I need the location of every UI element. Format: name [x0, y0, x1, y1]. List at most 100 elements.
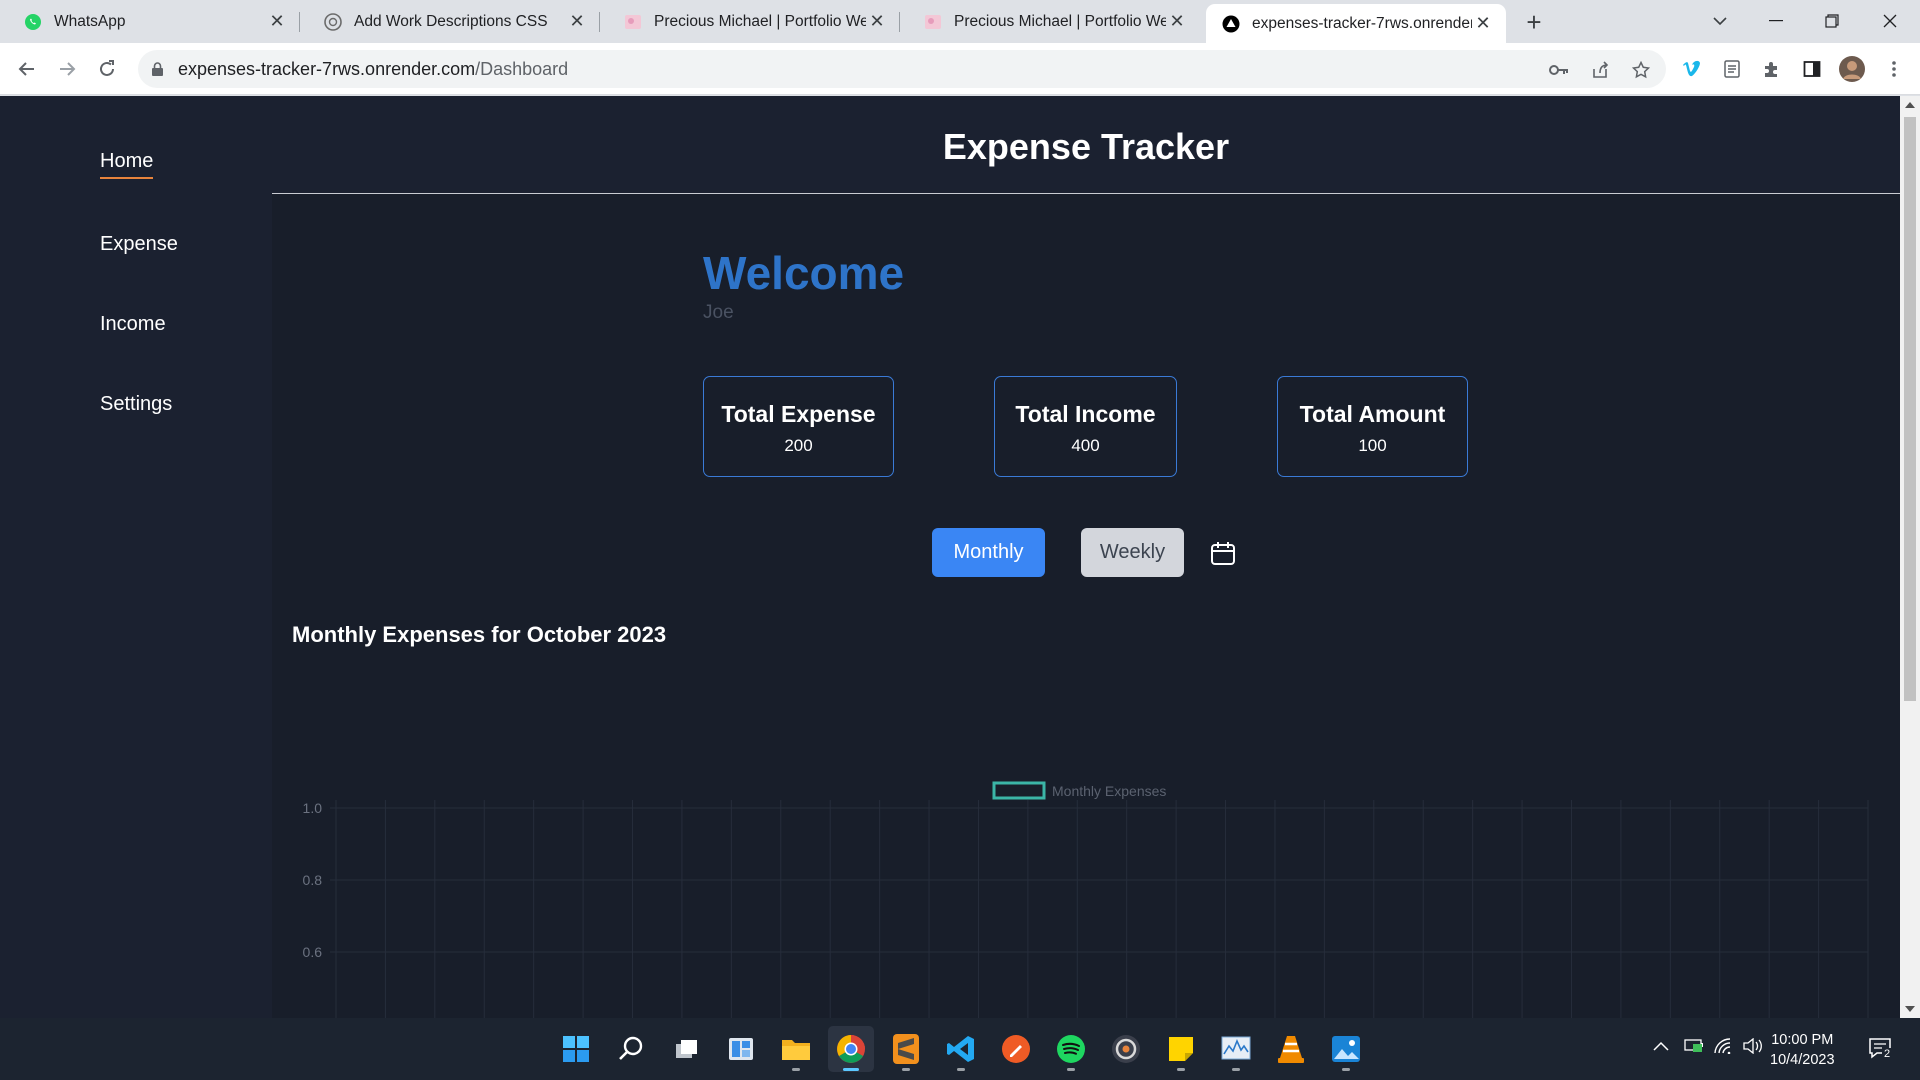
clock-time: 10:00 PM [1771, 1032, 1834, 1048]
obs-icon[interactable] [1103, 1026, 1149, 1072]
system-clock[interactable]: 10:00 PM 10/4/2023 [1770, 1030, 1835, 1070]
browser-tab-strip: WhatsApp ✕ Add Work Descriptions CSS ✕ P… [0, 0, 1920, 43]
tab-expenses-tracker[interactable]: expenses-tracker-7rws.onrender.c ✕ [1206, 4, 1506, 43]
tab-title: WhatsApp [54, 12, 126, 30]
volume-icon[interactable] [1743, 1037, 1765, 1059]
wifi-icon[interactable] [1714, 1038, 1734, 1059]
clock-date: 10/4/2023 [1770, 1052, 1835, 1068]
chrome-menu-icon[interactable] [1880, 55, 1908, 83]
notifications-icon[interactable]: 2 [1868, 1036, 1893, 1065]
windows-taskbar: 10:00 PM 10/4/2023 2 [0, 1018, 1920, 1080]
tab-title: Precious Michael | Portfolio Webs [954, 12, 1166, 30]
y-tick-label: 1.0 [303, 800, 323, 816]
share-icon[interactable] [1589, 59, 1611, 81]
scrollbar-thumb[interactable] [1904, 117, 1916, 701]
reader-mode-icon[interactable] [1718, 55, 1746, 83]
bookmark-star-icon[interactable] [1630, 59, 1652, 81]
portfolio-icon [624, 13, 642, 31]
url-text[interactable]: expenses-tracker-7rws.onrender.com/Dashb… [178, 59, 568, 80]
sidebar-item-expense[interactable]: Expense [100, 233, 178, 256]
sticky-notes-icon[interactable] [1158, 1026, 1204, 1072]
portfolio-icon [924, 13, 942, 31]
whatsapp-icon [24, 13, 42, 31]
close-window-button[interactable] [1870, 6, 1910, 36]
scroll-up-arrow[interactable] [1905, 102, 1915, 108]
legend-label: Monthly Expenses [1052, 783, 1166, 799]
header-divider [272, 193, 1900, 194]
tab-search-icon[interactable] [1700, 6, 1740, 36]
vlc-icon[interactable] [1268, 1026, 1314, 1072]
task-view-icon[interactable] [663, 1026, 709, 1072]
widgets-icon[interactable] [718, 1026, 764, 1072]
tab-whatsapp[interactable]: WhatsApp ✕ [0, 0, 300, 43]
main-content: Expense Tracker Welcome Joe Total Expens… [272, 96, 1900, 1018]
battery-icon[interactable] [1684, 1038, 1704, 1057]
tab-title: expenses-tracker-7rws.onrender.c [1252, 14, 1472, 32]
card-label: Total Income [1015, 401, 1156, 427]
extensions-puzzle-icon[interactable] [1758, 55, 1786, 83]
spotify-icon[interactable] [1048, 1026, 1094, 1072]
postman-icon[interactable] [993, 1026, 1039, 1072]
forward-button[interactable] [53, 55, 81, 83]
card-value: 200 [784, 436, 813, 455]
reload-button[interactable] [93, 55, 121, 83]
close-tab-icon[interactable]: ✕ [1166, 11, 1188, 33]
url-path: /Dashboard [475, 59, 569, 79]
photos-icon[interactable] [1323, 1026, 1369, 1072]
calendar-icon[interactable] [1209, 539, 1237, 567]
page-scrollbar[interactable] [1900, 96, 1920, 1018]
windows-start-icon[interactable] [553, 1026, 599, 1072]
page-title: Expense Tracker [942, 126, 1230, 167]
sublime-text-icon[interactable] [883, 1026, 929, 1072]
card-value: 100 [1358, 436, 1387, 455]
sidebar-item-income[interactable]: Income [100, 313, 166, 336]
legend-swatch [992, 781, 1046, 800]
show-hidden-icons[interactable] [1653, 1038, 1669, 1056]
address-bar[interactable]: expenses-tracker-7rws.onrender.com/Dashb… [138, 50, 1666, 88]
tab-portfolio-2[interactable]: Precious Michael | Portfolio Webs ✕ [900, 0, 1200, 43]
vimeo-extension-icon[interactable] [1678, 55, 1706, 83]
chart-canvas: 1.00.80.60.40.2Monthly Expenses [303, 781, 1869, 1018]
password-key-icon[interactable] [1548, 59, 1570, 81]
back-button[interactable] [13, 55, 41, 83]
user-name: Joe [703, 302, 734, 323]
card-value: 400 [1071, 436, 1100, 455]
sidebar-item-settings[interactable]: Settings [100, 393, 172, 416]
vscode-icon[interactable] [938, 1026, 984, 1072]
close-tab-icon[interactable]: ✕ [1472, 13, 1494, 35]
total-expense-card: Total Expense 200 [703, 376, 894, 477]
side-panel-icon[interactable] [1798, 55, 1826, 83]
dashboard-page: Home Expense Income Settings Expense Tra… [0, 96, 1900, 1018]
sidebar-item-home[interactable]: Home [100, 150, 154, 179]
monthly-button[interactable]: Monthly [932, 528, 1045, 577]
file-explorer-icon[interactable] [773, 1026, 819, 1072]
y-tick-label: 0.6 [303, 944, 323, 960]
chrome-icon[interactable] [828, 1026, 874, 1072]
total-amount-card: Total Amount 100 [1277, 376, 1468, 477]
search-icon[interactable] [608, 1026, 654, 1072]
url-host: expenses-tracker-7rws.onrender.com [178, 59, 476, 79]
restore-button[interactable] [1812, 6, 1852, 36]
welcome-heading: Welcome [703, 247, 905, 299]
chart-title: Monthly Expenses for October 2023 [292, 622, 667, 647]
resource-monitor-icon[interactable] [1213, 1026, 1259, 1072]
notification-count: 2 [1882, 1048, 1893, 1060]
minimize-button[interactable] [1756, 6, 1796, 36]
total-income-card: Total Income 400 [994, 376, 1177, 477]
tab-portfolio-1[interactable]: Precious Michael | Portfolio Webs ✕ [600, 0, 900, 43]
sidebar: Home Expense Income Settings [0, 96, 272, 1018]
profile-avatar[interactable] [1838, 55, 1866, 83]
tab-add-work-descriptions[interactable]: Add Work Descriptions CSS ✕ [300, 0, 600, 43]
browser-toolbar: expenses-tracker-7rws.onrender.com/Dashb… [0, 43, 1920, 95]
close-tab-icon[interactable]: ✕ [866, 11, 888, 33]
scroll-down-arrow[interactable] [1905, 1006, 1915, 1012]
tab-title: Precious Michael | Portfolio Webs [654, 12, 866, 30]
close-tab-icon[interactable]: ✕ [266, 11, 288, 33]
render-icon [1222, 15, 1240, 33]
card-label: Total Amount [1299, 401, 1446, 427]
lock-icon[interactable] [152, 62, 163, 76]
close-tab-icon[interactable]: ✕ [566, 11, 588, 33]
chatgpt-icon [324, 12, 342, 31]
new-tab-button[interactable]: + [1519, 7, 1549, 37]
weekly-button[interactable]: Weekly [1081, 528, 1184, 577]
